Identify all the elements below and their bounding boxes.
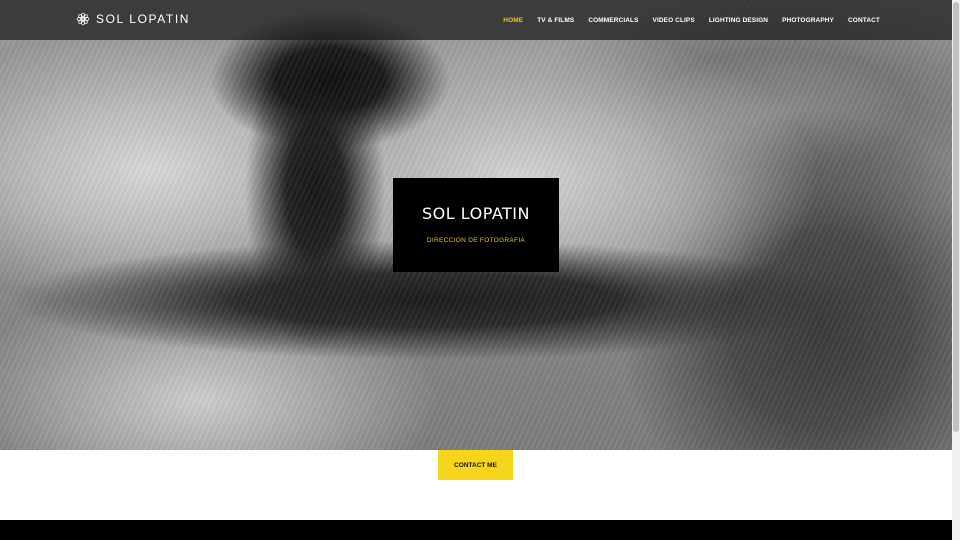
contact-me-button[interactable]: CONTACT ME <box>438 450 513 480</box>
nav-commercials[interactable]: COMMERCIALS <box>588 17 638 24</box>
site-logo[interactable]: SOL LOPATIN <box>76 12 190 26</box>
logo-text: SOL LOPATIN <box>96 12 191 26</box>
nav-tv-films[interactable]: TV & FILMS <box>537 17 574 24</box>
hero-subtitle: DIRECCION DE FOTOGRAFIA <box>426 237 526 244</box>
site-header: SOL LOPATIN HOME TV & FILMS COMMERCIALS … <box>0 0 952 40</box>
flower-icon <box>76 12 90 26</box>
hero-title-box: SOL LOPATIN DIRECCION DE FOTOGRAFIA <box>393 178 559 272</box>
scrollbar-thumb[interactable] <box>953 2 959 432</box>
page-scrollbar[interactable] <box>952 0 960 540</box>
hero-title: SOL LOPATIN <box>422 204 530 223</box>
footer-bar <box>0 520 952 540</box>
nav-video-clips[interactable]: VIDEO CLIPS <box>653 17 695 24</box>
nav-home[interactable]: HOME <box>503 17 523 24</box>
nav-photography[interactable]: PHOTOGRAPHY <box>782 17 834 24</box>
nav-contact[interactable]: CONTACT <box>848 17 880 24</box>
nav-lighting-design[interactable]: LIGHTING DESIGN <box>709 17 768 24</box>
main-nav: HOME TV & FILMS COMMERCIALS VIDEO CLIPS … <box>503 0 880 40</box>
